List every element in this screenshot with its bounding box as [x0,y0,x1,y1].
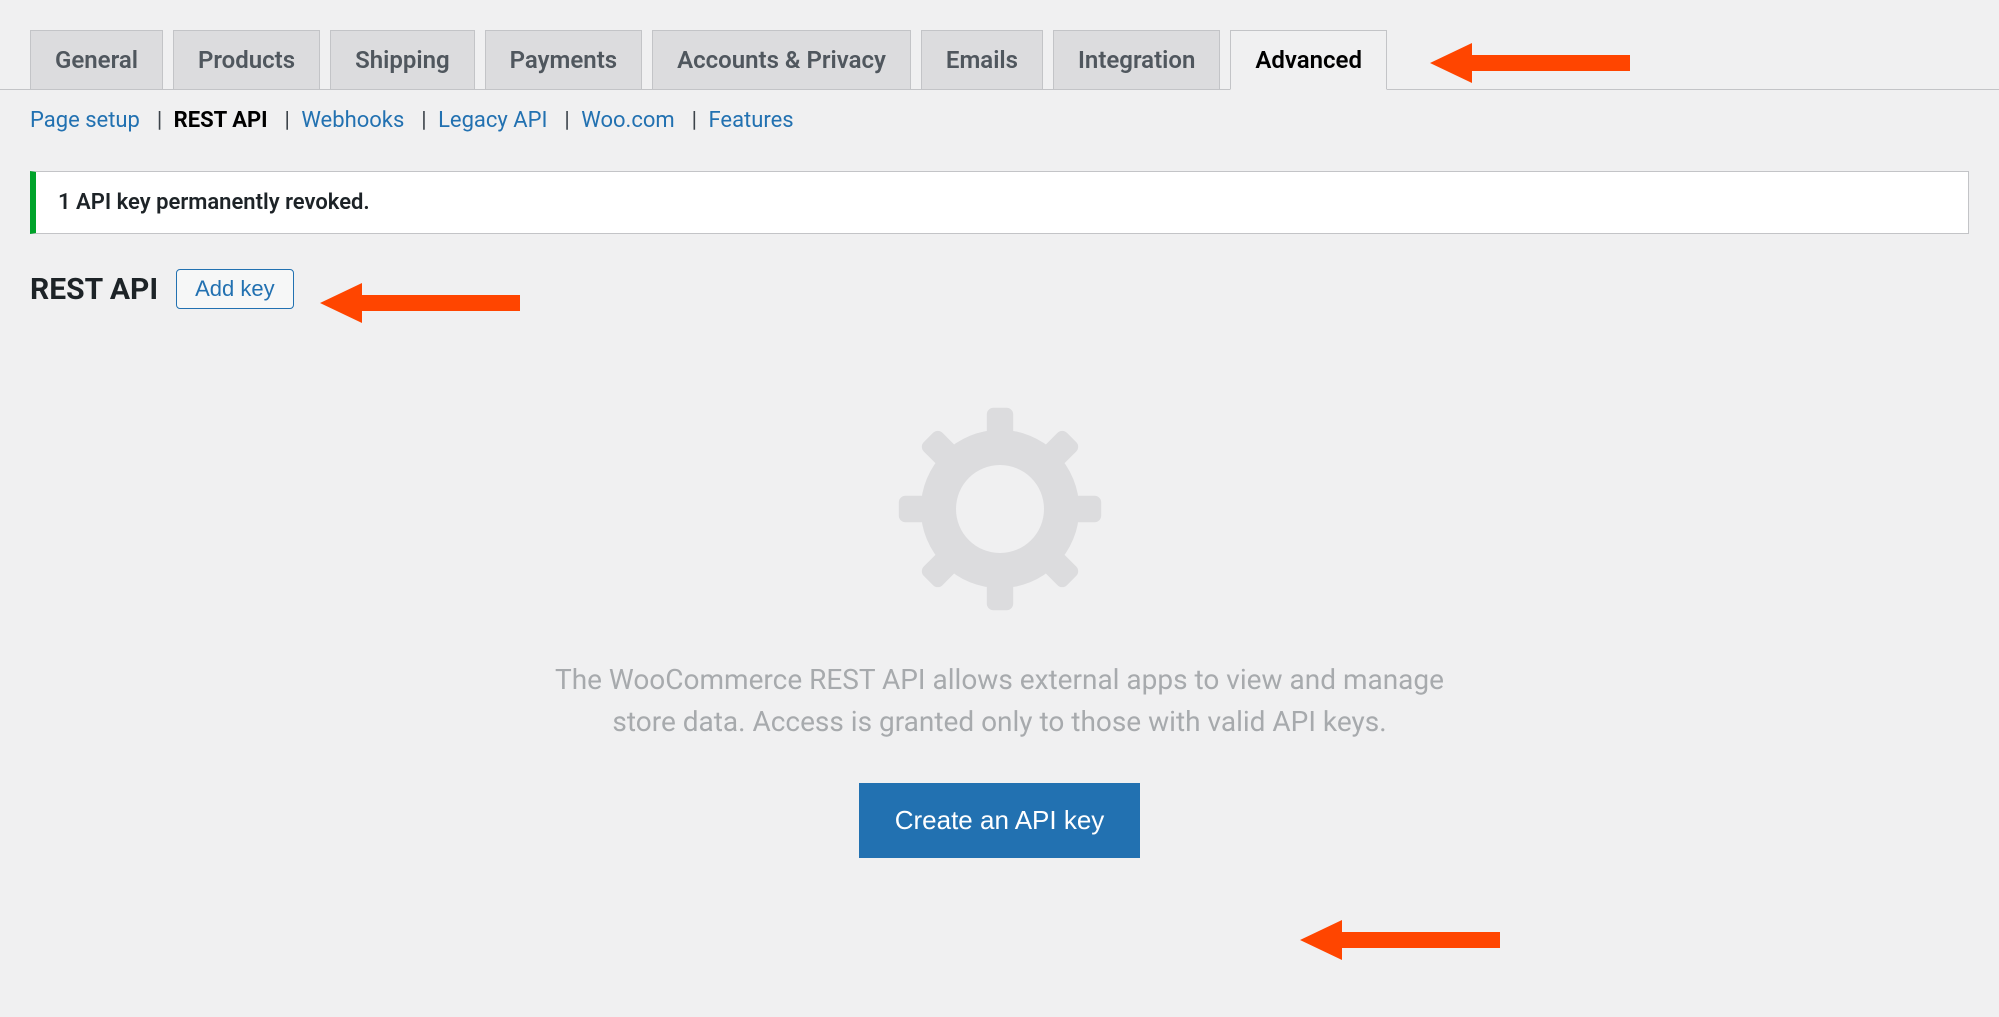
subnav-legacy-api[interactable]: Legacy API [438,108,547,133]
tab-shipping[interactable]: Shipping [330,30,475,89]
gear-icon [0,399,1999,619]
tab-advanced[interactable]: Advanced [1230,30,1387,90]
tab-emails[interactable]: Emails [921,30,1043,89]
subnav-rest-api[interactable]: REST API [174,108,268,133]
title-row: REST API Add key [0,234,1999,309]
subnav: Page setup | REST API | Webhooks | Legac… [0,90,1999,151]
empty-state: The WooCommerce REST API allows external… [0,399,1999,858]
tab-integration[interactable]: Integration [1053,30,1220,89]
subnav-separator: | [416,108,427,133]
tab-payments[interactable]: Payments [485,30,642,89]
subnav-features[interactable]: Features [708,108,793,133]
notice-text: 1 API key permanently revoked. [58,190,370,215]
page-title: REST API [30,272,158,307]
subnav-separator: | [559,108,570,133]
annotation-arrow-icon [1300,912,1500,968]
subnav-separator: | [686,108,697,133]
notice-revoked: 1 API key permanently revoked. [30,171,1969,234]
tab-general[interactable]: General [30,30,163,89]
empty-state-description: The WooCommerce REST API allows external… [550,659,1450,743]
add-key-button[interactable]: Add key [176,269,294,309]
subnav-separator: | [279,108,290,133]
subnav-separator: | [151,108,162,133]
tab-accounts-privacy[interactable]: Accounts & Privacy [652,30,911,89]
subnav-woo-com[interactable]: Woo.com [581,108,674,133]
create-api-key-button[interactable]: Create an API key [859,783,1141,858]
subnav-webhooks[interactable]: Webhooks [301,108,404,133]
subnav-page-setup[interactable]: Page setup [30,108,140,133]
tab-products[interactable]: Products [173,30,320,89]
settings-tabs: General Products Shipping Payments Accou… [0,0,1999,90]
